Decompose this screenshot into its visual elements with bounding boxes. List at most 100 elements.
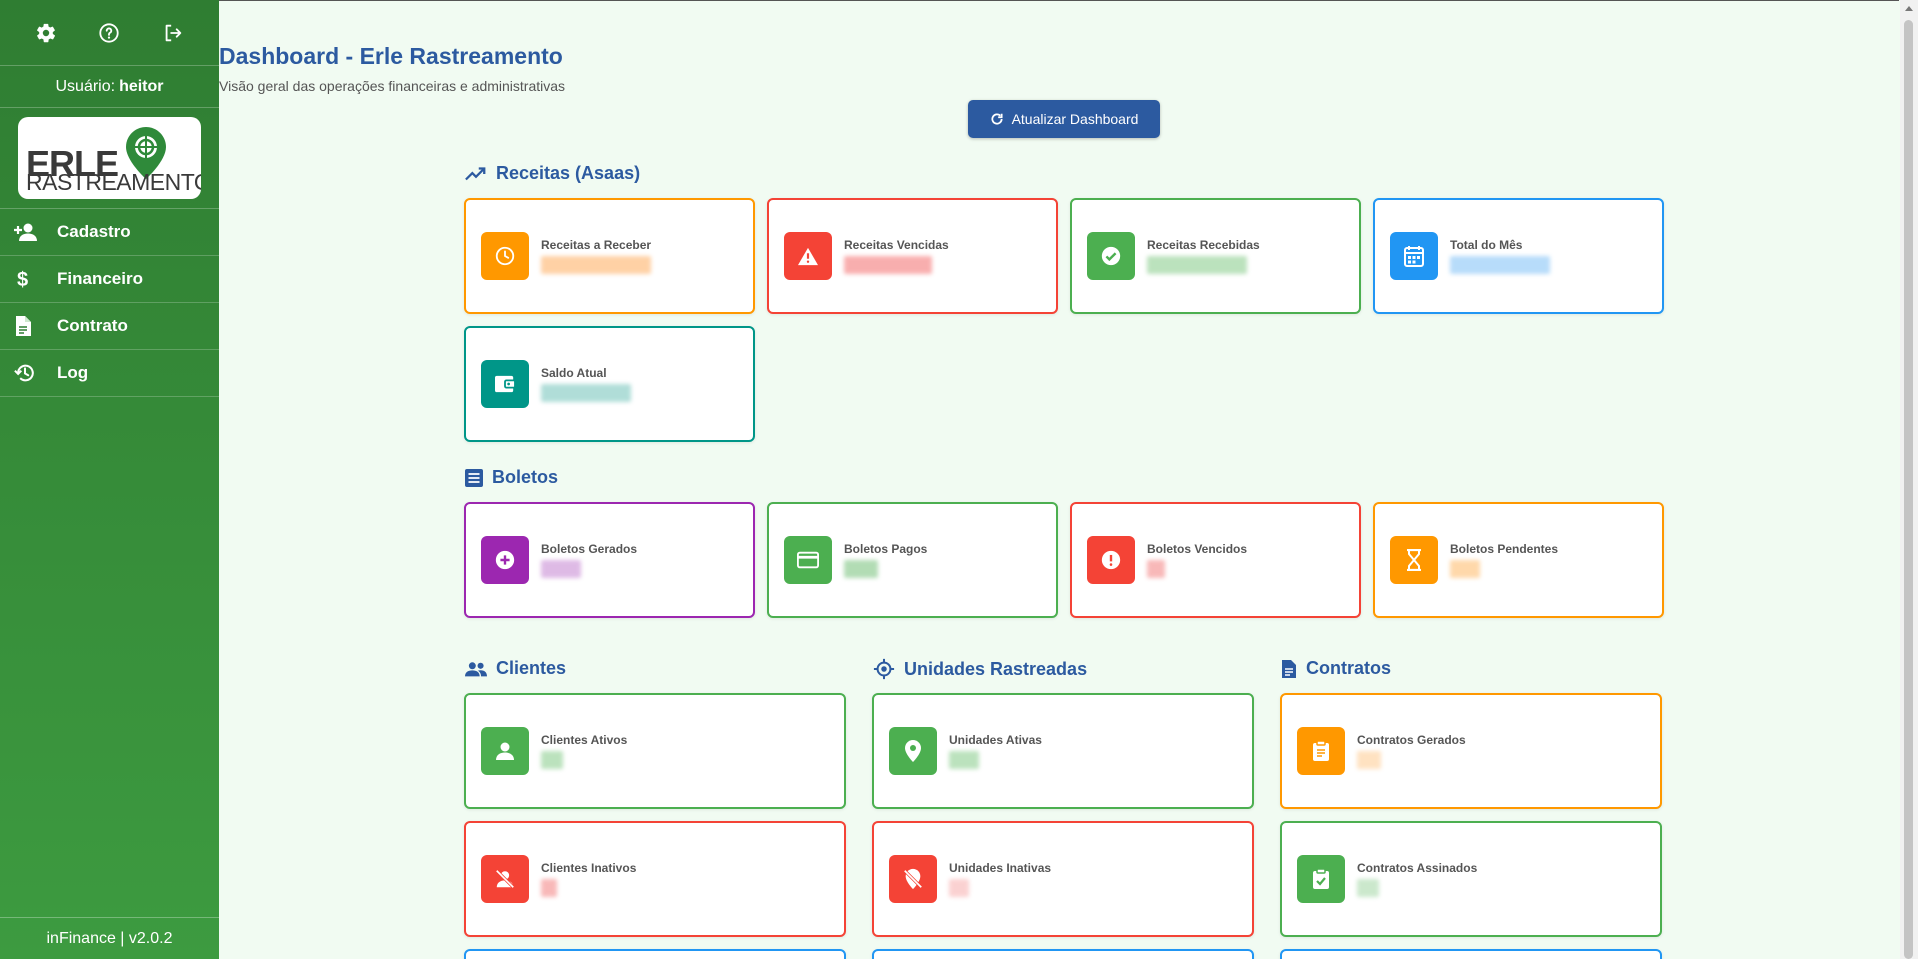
- gps-target-icon: [873, 658, 895, 680]
- card-saldo-atual: Saldo Atual: [464, 326, 755, 442]
- sidebar-item-label: Contrato: [57, 316, 128, 335]
- wallet-icon: [481, 360, 529, 408]
- card-value-redacted: [949, 751, 979, 769]
- current-user: Usuário: heitor: [0, 66, 219, 108]
- sidebar-item-label: Cadastro: [57, 222, 131, 241]
- clock-icon: [481, 232, 529, 280]
- sidebar-item-cadastro[interactable]: Cadastro: [0, 209, 219, 256]
- card-total-do-mes: Total do Mês: [1373, 198, 1664, 314]
- clipboard-check-icon: [1297, 855, 1345, 903]
- user-prefix: Usuário:: [55, 77, 116, 95]
- card-value-redacted: [1357, 879, 1379, 897]
- sidebar-item-contrato[interactable]: Contrato: [0, 303, 219, 350]
- card-label: Contratos Gerados: [1357, 733, 1466, 747]
- sidebar-item-financeiro[interactable]: $ Financeiro: [0, 256, 219, 303]
- card-value-redacted: [1147, 560, 1165, 578]
- card-partial: [464, 949, 846, 959]
- card-label: Saldo Atual: [541, 366, 607, 380]
- card-boletos-pendentes: Boletos Pendentes: [1373, 502, 1664, 618]
- card-value-redacted: [844, 256, 932, 274]
- card-label: Receitas Recebidas: [1147, 238, 1260, 252]
- section-boletos: Boletos: [465, 467, 558, 488]
- refresh-label: Atualizar Dashboard: [1011, 111, 1139, 127]
- card-clientes-ativos: Clientes Ativos: [464, 693, 846, 809]
- sidebar: Usuário: heitor ERLE RASTREAMENTO Cadast…: [0, 0, 219, 959]
- sidebar-toolbar: [0, 0, 219, 66]
- section-receitas: Receitas (Asaas): [465, 163, 640, 184]
- card-partial: [1280, 949, 1662, 959]
- section-title-text: Unidades Rastreadas: [904, 658, 1088, 679]
- section-contratos: Contratos: [1281, 658, 1391, 679]
- sidebar-nav: Cadastro $ Financeiro Contrato Log: [0, 209, 219, 397]
- page-title: Dashboard - Erle Rastreamento: [219, 43, 563, 69]
- document-icon: [14, 315, 42, 337]
- person-icon: [481, 727, 529, 775]
- clipboard-icon: [1297, 727, 1345, 775]
- card-label: Clientes Ativos: [541, 733, 628, 747]
- card-value-redacted: [1450, 560, 1480, 578]
- dollar-icon: $: [14, 268, 42, 290]
- sidebar-item-label: Financeiro: [57, 269, 143, 288]
- card-boletos-gerados: Boletos Gerados: [464, 502, 755, 618]
- map-pin-icon: [889, 727, 937, 775]
- card-label: Boletos Pendentes: [1450, 542, 1559, 556]
- main-content: Dashboard - Erle Rastreamento Visão gera…: [219, 0, 1899, 959]
- page-subtitle: Visão geral das operações financeiras e …: [219, 78, 566, 94]
- app-version: inFinance | v2.0.2: [0, 917, 219, 959]
- credit-card-icon: [784, 536, 832, 584]
- card-unidades-inativas: Unidades Inativas: [872, 821, 1254, 937]
- section-title-text: Receitas (Asaas): [496, 163, 641, 183]
- card-boletos-vencidos: Boletos Vencidos: [1070, 502, 1361, 618]
- company-logo: ERLE RASTREAMENTO: [18, 117, 201, 199]
- card-label: Boletos Gerados: [541, 542, 638, 556]
- history-icon: [14, 362, 42, 384]
- refresh-dashboard-button[interactable]: Atualizar Dashboard: [968, 100, 1160, 138]
- logo-text-bottom: RASTREAMENTO: [26, 169, 201, 195]
- scrollbar-thumb[interactable]: [1904, 20, 1913, 959]
- list-icon: [465, 468, 483, 487]
- card-unidades-ativas: Unidades Ativas: [872, 693, 1254, 809]
- card-label: Unidades Inativas: [949, 861, 1052, 875]
- user-plus-icon: [14, 221, 42, 243]
- card-value-redacted: [844, 560, 878, 578]
- gear-icon[interactable]: [33, 20, 59, 46]
- card-clientes-inativos: Clientes Inativos: [464, 821, 846, 937]
- help-icon[interactable]: [96, 20, 122, 46]
- users-icon: [465, 661, 487, 676]
- section-title-text: Clientes: [496, 658, 567, 678]
- card-label: Clientes Inativos: [541, 861, 637, 875]
- trending-up-icon: [465, 166, 486, 180]
- card-value-redacted: [1147, 256, 1247, 274]
- card-label: Receitas Vencidas: [844, 238, 949, 252]
- section-clientes: Clientes: [465, 658, 566, 679]
- logout-icon[interactable]: [160, 20, 186, 46]
- card-value-redacted: [541, 751, 563, 769]
- user-name: heitor: [119, 77, 164, 95]
- sidebar-item-label: Log: [57, 363, 89, 382]
- document-icon: [1282, 659, 1296, 678]
- sidebar-item-log[interactable]: Log: [0, 350, 219, 397]
- card-value-redacted: [1450, 256, 1550, 274]
- card-contratos-gerados: Contratos Gerados: [1280, 693, 1662, 809]
- card-receitas-vencidas: Receitas Vencidas: [767, 198, 1058, 314]
- card-partial: [872, 949, 1254, 959]
- scroll-up-arrow-icon[interactable]: [1905, 6, 1913, 11]
- svg-text:$: $: [17, 269, 28, 290]
- location-off-icon: [889, 855, 937, 903]
- card-label: Boletos Vencidos: [1147, 542, 1248, 556]
- card-label: Contratos Assinados: [1357, 861, 1478, 875]
- card-value-redacted: [541, 879, 557, 897]
- card-value-redacted: [1357, 751, 1381, 769]
- add-circle-icon: [481, 536, 529, 584]
- vertical-scrollbar[interactable]: [1900, 0, 1918, 959]
- section-title-text: Boletos: [492, 467, 559, 487]
- card-value-redacted: [541, 560, 581, 578]
- section-unidades: Unidades Rastreadas: [873, 658, 1087, 680]
- card-label: Total do Mês: [1450, 238, 1523, 252]
- hourglass-icon: [1390, 536, 1438, 584]
- logo-area: ERLE RASTREAMENTO: [0, 108, 219, 209]
- card-receitas-a-receber: Receitas a Receber: [464, 198, 755, 314]
- warning-icon: [784, 232, 832, 280]
- card-value-redacted: [541, 384, 631, 402]
- card-value-redacted: [949, 879, 969, 897]
